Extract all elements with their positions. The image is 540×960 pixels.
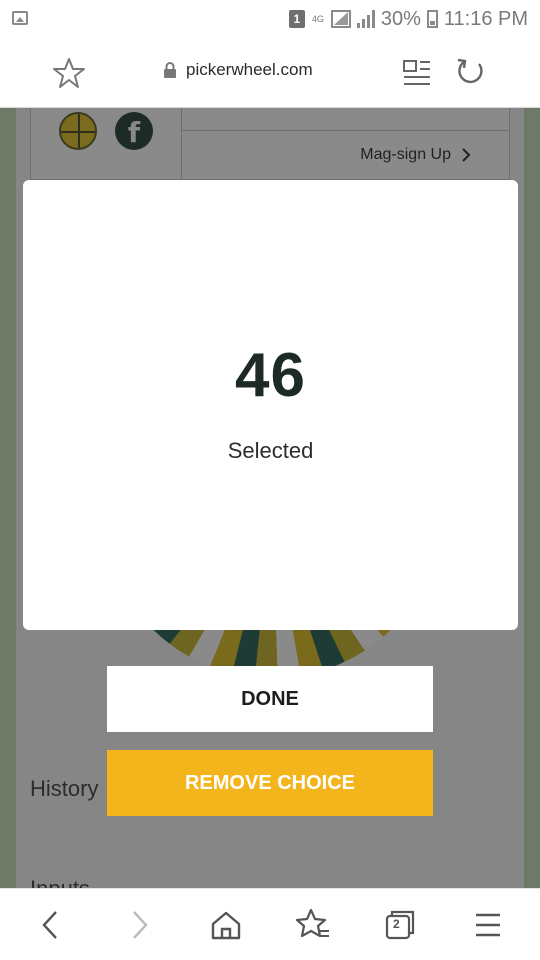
result-number: 46 (235, 341, 306, 410)
url-field[interactable]: pickerwheel.com (162, 60, 313, 80)
bookmark-star-icon[interactable] (52, 56, 86, 90)
result-modal: 46 Selected (23, 180, 518, 630)
result-label: Selected (227, 438, 314, 463)
home-icon[interactable] (208, 907, 244, 943)
image-notification-icon (12, 11, 28, 25)
inputs-heading: Inputs (30, 876, 90, 888)
reader-mode-icon[interactable] (400, 56, 434, 90)
battery-percent: 30% (380, 7, 421, 30)
tab-count: 2 (393, 917, 400, 931)
network-type: 4G (311, 13, 324, 24)
signal-box-icon (330, 10, 351, 28)
lock-icon (164, 62, 176, 78)
signup-link: Mag-sign Up (360, 146, 471, 164)
sim-badge: 1 (288, 10, 305, 28)
clock: 11:16 PM (443, 7, 528, 30)
browser-bottom-nav: 2 (0, 888, 540, 960)
status-indicators: 1 4G 30% 11:16 PM (288, 6, 528, 32)
done-button[interactable]: DONE (107, 666, 433, 732)
address-bar: pickerwheel.com (0, 38, 540, 108)
forward-icon[interactable] (122, 907, 158, 943)
signup-label: Mag-sign Up (360, 146, 451, 163)
tabs-icon (385, 910, 415, 940)
chevron-right-icon (462, 148, 471, 162)
signal-bars-icon (356, 10, 375, 28)
facebook-icon: f (115, 112, 153, 150)
menu-icon[interactable] (470, 907, 506, 943)
history-heading: History (30, 776, 99, 801)
battery-icon (426, 10, 438, 28)
reload-icon[interactable] (452, 54, 488, 90)
url-text: pickerwheel.com (186, 60, 313, 79)
status-bar: 1 4G 30% 11:16 PM (0, 0, 540, 38)
back-icon[interactable] (32, 907, 68, 943)
header-card: f Mag-sign Up (30, 108, 510, 180)
bookmarks-icon[interactable] (295, 907, 331, 943)
remove-choice-button[interactable]: REMOVE CHOICE (107, 750, 433, 816)
basketball-logo-icon (59, 112, 97, 150)
tabs-button[interactable]: 2 (382, 907, 418, 943)
